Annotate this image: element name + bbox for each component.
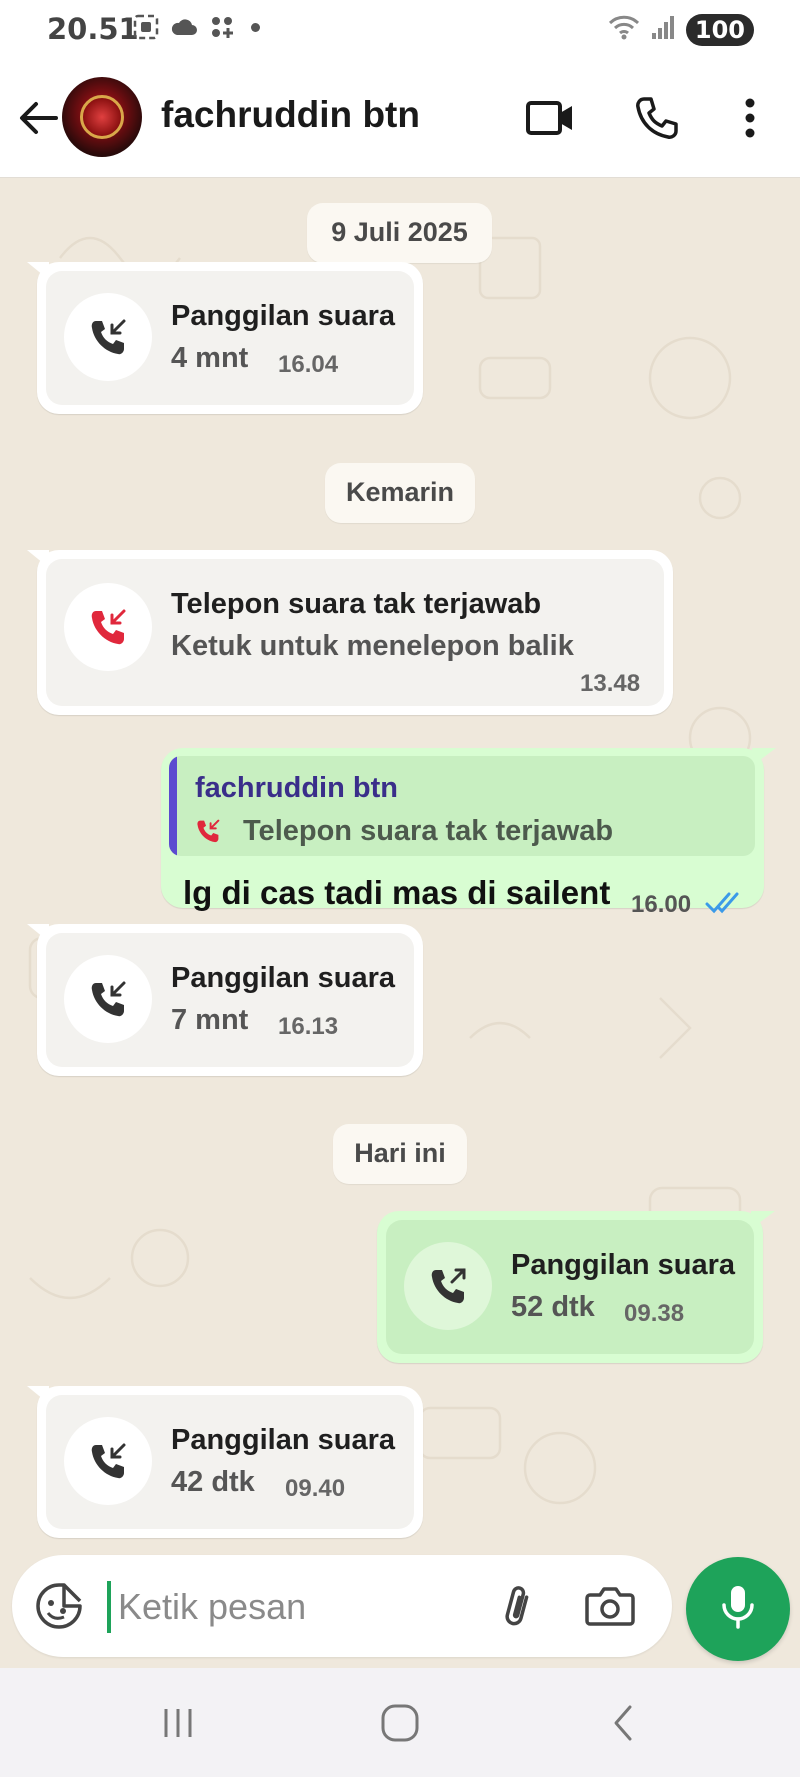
cloud-icon	[169, 14, 199, 40]
message-time: 16.00	[631, 891, 692, 918]
call-duration: 7 mnt	[171, 1004, 249, 1036]
call-subtitle: Ketuk untuk menelepon balik	[171, 630, 574, 662]
message-text: lg di cas tadi mas di sailent	[183, 874, 611, 911]
chat-area[interactable]: 9 Juli 2025 Panggilan suara 4 mnt 16.04 …	[0, 178, 800, 1553]
battery-indicator: 100	[685, 13, 754, 46]
call-message[interactable]: Panggilan suara 7 mnt 16.13	[27, 924, 423, 1076]
call-duration: 42 dtk	[171, 1466, 255, 1498]
call-title: Telepon suara tak terjawab	[171, 588, 542, 620]
call-title: Panggilan suara	[171, 1424, 396, 1456]
call-card[interactable]: Panggilan suara 52 dtk 09.38	[386, 1220, 754, 1354]
quote-bar	[169, 756, 177, 856]
read-receipt-icon	[705, 890, 745, 921]
quote-author: fachruddin btn	[195, 772, 398, 804]
date-separator: Hari ini	[333, 1124, 467, 1184]
status-icons-right: 100	[608, 13, 754, 46]
system-navigation-bar	[0, 1668, 800, 1777]
wifi-icon	[608, 13, 640, 46]
back-arrow-icon[interactable]	[16, 96, 60, 140]
contact-name[interactable]: fachruddin btn	[161, 94, 420, 136]
call-duration: 4 mnt	[171, 342, 249, 374]
voice-call-icon[interactable]	[625, 86, 689, 150]
signal-icon	[650, 13, 676, 46]
back-nav-icon[interactable]	[594, 1698, 654, 1748]
attach-icon[interactable]	[492, 1581, 542, 1631]
call-message[interactable]: Panggilan suara 4 mnt 16.04	[27, 262, 423, 414]
call-title: Panggilan suara	[171, 962, 396, 994]
message-input[interactable]	[118, 1579, 478, 1635]
quoted-message[interactable]: fachruddin btn Telepon suara tak terjawa…	[169, 756, 755, 856]
call-message[interactable]: Telepon suara tak terjawab Ketuk untuk m…	[27, 550, 673, 715]
call-message[interactable]: Panggilan suara 52 dtk 09.38	[377, 1211, 775, 1363]
message-time: 09.38	[624, 1300, 685, 1327]
recent-apps-icon[interactable]	[148, 1698, 208, 1748]
more-options-icon[interactable]	[718, 86, 782, 150]
notification-dot	[245, 14, 271, 40]
mic-button[interactable]	[686, 1557, 790, 1661]
status-icons-left	[133, 14, 271, 40]
call-title: Panggilan suara	[511, 1249, 736, 1281]
message-time: 13.48	[580, 670, 641, 697]
chat-header: fachruddin btn	[0, 58, 800, 178]
avatar[interactable]	[62, 77, 142, 157]
call-message[interactable]: Panggilan suara 42 dtk 09.40	[27, 1386, 423, 1538]
call-card[interactable]: Telepon suara tak terjawab Ketuk untuk m…	[46, 559, 664, 706]
outgoing-call-icon	[404, 1242, 492, 1330]
incoming-call-icon	[64, 955, 152, 1043]
mic-icon	[718, 1583, 758, 1636]
video-call-icon[interactable]	[518, 86, 582, 150]
apps-icon	[209, 14, 235, 40]
call-card[interactable]: Panggilan suara 4 mnt 16.04	[46, 271, 414, 405]
date-separator: 9 Juli 2025	[307, 203, 492, 263]
date-separator: Kemarin	[325, 463, 475, 523]
call-card[interactable]: Panggilan suara 7 mnt 16.13	[46, 933, 414, 1067]
camera-icon[interactable]	[584, 1581, 636, 1631]
call-card[interactable]: Panggilan suara 42 dtk 09.40	[46, 1395, 414, 1529]
status-time: 20.51	[47, 12, 139, 46]
call-duration: 52 dtk	[511, 1291, 595, 1323]
missed-call-small-icon	[195, 818, 221, 849]
missed-call-icon	[64, 583, 152, 671]
home-icon[interactable]	[370, 1698, 430, 1748]
message-composer	[12, 1555, 672, 1657]
sticker-icon[interactable]	[34, 1581, 84, 1631]
quote-text: Telepon suara tak terjawab	[243, 815, 614, 847]
incoming-call-icon	[64, 1417, 152, 1505]
call-title: Panggilan suara	[171, 300, 396, 332]
text-caret	[107, 1581, 111, 1633]
status-bar: 20.51 100	[0, 0, 800, 58]
message-time: 16.13	[278, 1013, 339, 1040]
reply-message[interactable]: fachruddin btn Telepon suara tak terjawa…	[161, 748, 776, 918]
screenshot-icon	[133, 14, 159, 40]
message-time: 09.40	[285, 1475, 346, 1502]
message-time: 16.04	[278, 351, 339, 378]
incoming-call-icon	[64, 293, 152, 381]
